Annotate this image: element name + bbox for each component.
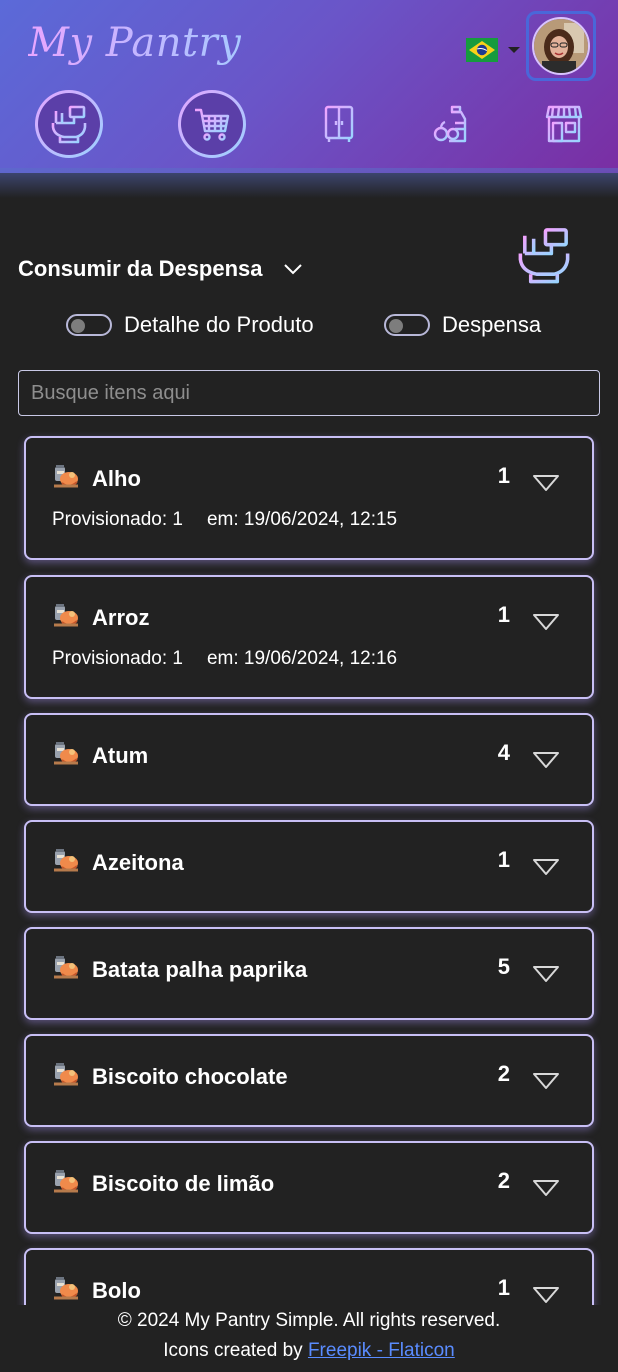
item-header: Biscoito chocolate <box>52 1060 288 1093</box>
list-item[interactable]: Biscoito chocolate 2 <box>24 1034 594 1127</box>
item-quantity: 4 <box>497 740 510 765</box>
item-header: Azeitona <box>52 846 184 879</box>
date-text: em: 19/06/2024, 12:15 <box>206 509 398 530</box>
items-list: Alho 1 Provisionado: 1 em: 19/06/2024, 12:1… <box>0 0 618 1305</box>
item-name: Batata palha paprika <box>92 956 308 982</box>
expand-triangle-icon[interactable] <box>532 1072 560 1095</box>
expand-triangle-icon[interactable] <box>532 1179 560 1202</box>
item-header: Biscoito de limão <box>52 1167 274 1200</box>
item-name: Arroz <box>92 604 150 630</box>
list-item[interactable]: Arroz 1 Provisionado: 1 em: 19/06/2024, 12:… <box>24 575 594 699</box>
list-item[interactable]: Alho 1 Provisionado: 1 em: 19/06/2024, 12:1… <box>24 436 594 560</box>
item-quantity: 5 <box>497 954 510 979</box>
item-name: Atum <box>92 742 149 768</box>
item-quantity: 2 <box>497 1168 510 1193</box>
item-name: Alho <box>92 465 141 491</box>
item-header: Arroz <box>52 601 149 634</box>
item-header: Atum <box>52 739 148 772</box>
freepik-link[interactable]: Freepik - Flaticon <box>308 1340 455 1361</box>
provisioned-text: Provisionado: 1 <box>52 509 183 530</box>
item-name: Biscoito chocolate <box>92 1063 288 1089</box>
food-icon <box>52 1060 80 1093</box>
food-icon <box>52 739 80 772</box>
item-quantity: 2 <box>497 1061 510 1086</box>
expand-triangle-icon[interactable] <box>532 1286 560 1305</box>
item-quantity: 1 <box>497 463 510 488</box>
item-header: Batata palha paprika <box>52 953 307 986</box>
expand-triangle-icon[interactable] <box>532 613 560 636</box>
credits-prefix: Icons created by <box>163 1340 303 1361</box>
copyright-text: © 2024 My Pantry Simple. All rights rese… <box>117 1310 501 1331</box>
item-header: Alho <box>52 462 141 495</box>
credits-line: Icons created by Freepik - Flaticon <box>0 1336 618 1366</box>
item-header: Bolo <box>52 1274 141 1305</box>
list-item[interactable]: Atum 4 <box>24 713 594 806</box>
item-name: Azeitona <box>92 849 184 875</box>
expand-triangle-icon[interactable] <box>532 474 560 497</box>
item-details: Provisionado: 1 em: 19/06/2024, 12:15 <box>52 509 397 531</box>
food-icon <box>52 1167 80 1200</box>
footer: © 2024 My Pantry Simple. All rights rese… <box>0 1306 618 1366</box>
list-item[interactable]: Biscoito de limão 2 <box>24 1141 594 1234</box>
expand-triangle-icon[interactable] <box>532 858 560 881</box>
food-icon <box>52 601 80 634</box>
date-text: em: 19/06/2024, 12:16 <box>206 648 398 669</box>
food-icon <box>52 846 80 879</box>
item-quantity: 1 <box>497 847 510 872</box>
list-item[interactable]: Bolo 1 <box>24 1248 594 1305</box>
list-item[interactable]: Batata palha paprika 5 <box>24 927 594 1020</box>
item-quantity: 1 <box>497 1275 510 1300</box>
food-icon <box>52 953 80 986</box>
item-quantity: 1 <box>497 602 510 627</box>
item-name: Bolo <box>92 1277 141 1303</box>
expand-triangle-icon[interactable] <box>532 751 560 774</box>
item-details: Provisionado: 1 em: 19/06/2024, 12:16 <box>52 648 397 670</box>
provisioned-text: Provisionado: 1 <box>52 648 183 669</box>
item-name: Biscoito de limão <box>92 1170 275 1196</box>
food-icon <box>52 1274 80 1305</box>
list-item[interactable]: Azeitona 1 <box>24 820 594 913</box>
expand-triangle-icon[interactable] <box>532 965 560 988</box>
food-icon <box>52 462 80 495</box>
